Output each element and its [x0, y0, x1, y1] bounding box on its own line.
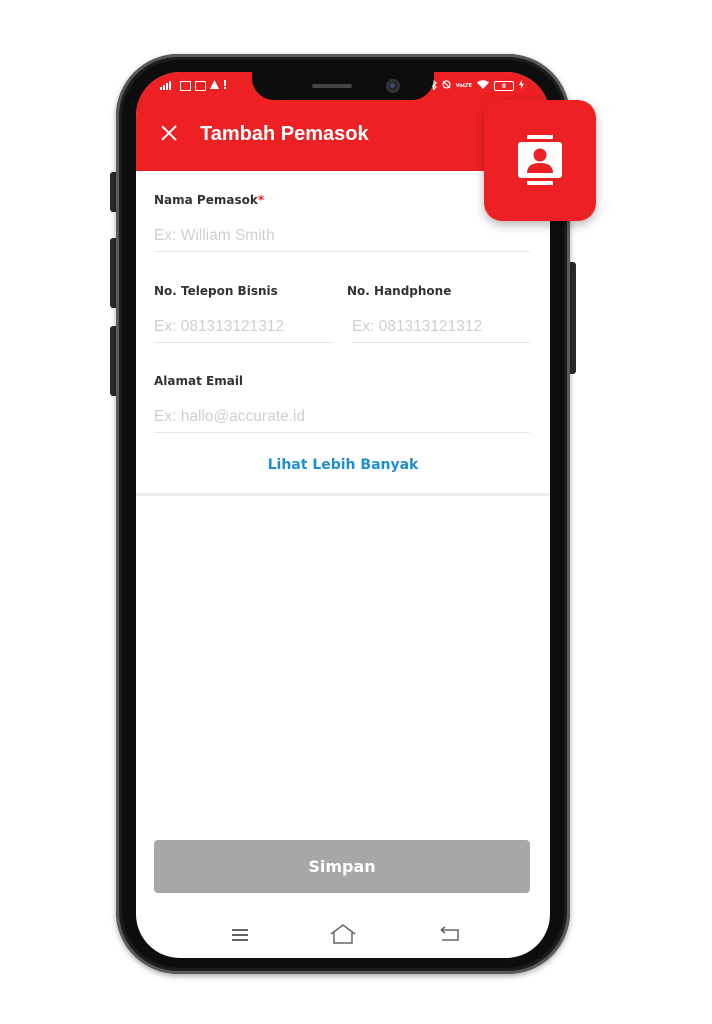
supplier-name-input[interactable]	[154, 227, 530, 252]
business-phone-input[interactable]	[154, 318, 333, 343]
email-input[interactable]	[154, 408, 530, 433]
gallery-notification-icon	[180, 81, 191, 91]
contact-badge	[484, 100, 596, 221]
close-icon[interactable]	[160, 124, 178, 142]
status-bar-right: VoLTE 8	[430, 78, 524, 94]
section-divider	[136, 493, 550, 496]
save-button[interactable]: Simpan	[154, 840, 530, 893]
wifi-icon	[477, 80, 489, 92]
business-phone-label: No. Telepon Bisnis	[154, 284, 278, 298]
back-icon[interactable]	[440, 926, 460, 946]
contact-book-icon	[517, 135, 563, 189]
app-notification-icon	[210, 80, 219, 92]
gallery-notification-icon-2	[195, 81, 206, 91]
system-nav-bar	[136, 912, 550, 958]
mute-icon	[442, 80, 451, 92]
supplier-name-label: Nama Pemasok*	[154, 193, 264, 207]
mobile-phone-label: No. Handphone	[347, 284, 452, 298]
supplier-name-label-text: Nama Pemasok	[154, 193, 258, 207]
page-title: Tambah Pemasok	[200, 123, 369, 145]
show-more-link[interactable]: Lihat Lebih Banyak	[136, 457, 550, 473]
menu-icon[interactable]	[232, 929, 248, 941]
required-mark: *	[257, 193, 265, 207]
front-camera	[386, 79, 400, 93]
home-icon[interactable]	[330, 924, 356, 948]
earpiece-speaker	[312, 84, 352, 88]
camera-notch	[252, 72, 434, 100]
signal-icon	[160, 80, 176, 93]
mobile-phone-input[interactable]	[352, 318, 530, 343]
battery-icon: 8	[494, 81, 514, 91]
alert-icon	[223, 80, 227, 92]
charging-icon	[519, 80, 524, 92]
volte-icon: VoLTE	[455, 83, 472, 89]
status-bar-left	[160, 78, 227, 94]
email-label: Alamat Email	[154, 374, 244, 388]
